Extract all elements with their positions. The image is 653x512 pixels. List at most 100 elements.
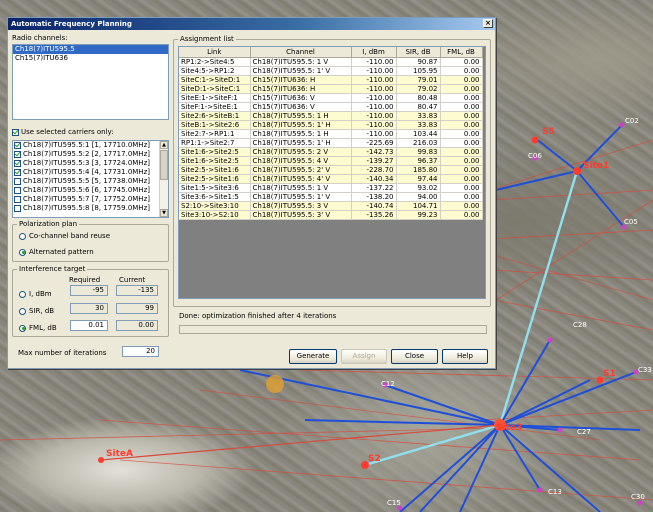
- table-row[interactable]: Site3:6->Site1:5 Ch18(7)ITU595.5: 1' V -13…: [179, 192, 483, 202]
- radio-channel-item[interactable]: Ch18(7)ITU595.5: [13, 45, 168, 54]
- table-row[interactable]: SiteD:1->SiteC:1 Ch15(7)ITU636: H -110.00 7…: [179, 84, 483, 94]
- cell-sir: 79.01: [396, 75, 441, 85]
- carrier-item[interactable]: Ch18(7)ITU595.5:2 [2, 17717.0MHz]: [13, 150, 168, 159]
- carrier-item[interactable]: Ch18(7)ITU595.5:8 [8, 17759.0MHz]: [13, 204, 168, 213]
- required-header: Required: [69, 276, 101, 284]
- table-row[interactable]: SiteF:1->SiteE:1 Ch15(7)ITU636: V -110.00 8…: [179, 102, 483, 112]
- cell-fml: 0.00: [440, 174, 483, 184]
- assign-button[interactable]: Assign: [341, 349, 387, 364]
- close-button[interactable]: Close: [391, 349, 438, 364]
- table-row[interactable]: Site2:6->SiteB:1 Ch18(7)ITU595.5: 1 H -110…: [179, 111, 483, 121]
- checkbox-icon[interactable]: [14, 205, 21, 212]
- carrier-label: Ch18(7)ITU595.5:4 [4, 17731.0MHz]: [23, 168, 150, 176]
- dialog-titlebar[interactable]: Automatic Frequency Planning ×: [8, 18, 495, 30]
- table-row[interactable]: Site1:5->Site3:6 Ch18(7)ITU595.5: 1 V -137…: [179, 183, 483, 193]
- target-i-radio[interactable]: I, dBm: [19, 290, 52, 298]
- cell-fml: 0.00: [440, 120, 483, 130]
- radio-channel-item[interactable]: Ch15(7)ITU636: [13, 54, 168, 63]
- cell-link: SiteB:1->Site2:6: [179, 120, 251, 130]
- scroll-thumb[interactable]: [160, 150, 168, 180]
- assignment-table-wrapper[interactable]: Link Channel I, dBm SIR, dB FML, dB RP1:…: [178, 46, 486, 299]
- site-marker[interactable]: [266, 375, 284, 393]
- cell-channel: Ch18(7)ITU595.5: 1 H: [250, 111, 352, 121]
- close-icon[interactable]: ×: [483, 19, 493, 28]
- cell-i: -110.00: [351, 84, 397, 94]
- cell-sir: 103.44: [396, 129, 441, 139]
- checkbox-icon[interactable]: [14, 178, 21, 185]
- target-fml-radio[interactable]: FML, dB: [19, 324, 57, 332]
- radio-icon[interactable]: [19, 324, 26, 332]
- required-sir-field[interactable]: 30: [70, 303, 108, 314]
- carrier-item[interactable]: Ch18(7)ITU595.5:5 [5, 17738.0MHz]: [13, 177, 168, 186]
- table-row[interactable]: Site2:5->Site1:6 Ch18(7)ITU595.5: 2' V -22…: [179, 165, 483, 175]
- col-header-fml[interactable]: FML, dB: [440, 47, 483, 58]
- col-header-sir[interactable]: SIR, dB: [396, 47, 441, 58]
- generate-button[interactable]: Generate: [289, 349, 337, 364]
- cell-label: C02: [625, 117, 639, 125]
- cell-link: Site3:6->Site1:5: [179, 192, 251, 202]
- assignment-table[interactable]: Link Channel I, dBm SIR, dB FML, dB RP1:…: [179, 47, 483, 220]
- checkbox-icon[interactable]: [14, 196, 21, 203]
- table-row[interactable]: Site1:6->Site2:5 Ch18(7)ITU595.5: 4 V -139…: [179, 156, 483, 166]
- checkbox-icon[interactable]: [14, 151, 21, 158]
- radio-channels-label: Radio channels:: [12, 34, 68, 42]
- carriers-list[interactable]: Ch18(7)ITU595.5:1 [1, 17710.0MHz] Ch18(7…: [12, 140, 169, 218]
- carrier-item[interactable]: Ch18(7)ITU595.5:4 [4, 17731.0MHz]: [13, 168, 168, 177]
- table-row[interactable]: RP1:1->Site2:7 Ch18(7)ITU595.5: 1' H -225.…: [179, 138, 483, 148]
- cell-link: SiteE:1->SiteF:1: [179, 93, 251, 103]
- table-row[interactable]: Site2:7->RP1:1 Ch18(7)ITU595.5: 1 H -110.0…: [179, 129, 483, 139]
- carrier-item[interactable]: Ch18(7)ITU595.5:3 [3, 17724.0MHz]: [13, 159, 168, 168]
- cell-sir: 90.87: [396, 57, 441, 67]
- table-row[interactable]: SiteE:1->SiteF:1 Ch15(7)ITU636: V -110.00 8…: [179, 93, 483, 103]
- table-row[interactable]: SiteB:1->Site2:6 Ch18(7)ITU595.5: 1' H -11…: [179, 120, 483, 130]
- checkbox-icon[interactable]: [14, 169, 21, 176]
- carrier-item[interactable]: Ch18(7)ITU595.5:1 [1, 17710.0MHz]: [13, 141, 168, 150]
- radio-label: FML, dB: [29, 324, 57, 332]
- site-marker[interactable]: [573, 167, 581, 175]
- checkbox-icon[interactable]: [14, 160, 21, 167]
- radio-channels-list[interactable]: Ch18(7)ITU595.5 Ch15(7)ITU636: [12, 44, 169, 120]
- table-row[interactable]: Site1:6->Site2:5 Ch18(7)ITU595.5: 2 V -142…: [179, 147, 483, 157]
- cell-sir: 33.83: [396, 120, 441, 130]
- table-row[interactable]: S2:10->Site3:10 Ch18(7)ITU595.5: 3 V -140.…: [179, 201, 483, 211]
- cell-i: -139.27: [351, 156, 397, 166]
- radio-icon[interactable]: [19, 307, 26, 315]
- site-marker[interactable]: [531, 136, 539, 144]
- cell-fml: 0.00: [440, 183, 483, 193]
- cell-channel: Ch15(7)ITU636: H: [250, 75, 352, 85]
- table-row[interactable]: SiteC:1->SiteD:1 Ch15(7)ITU636: H -110.00 7…: [179, 75, 483, 85]
- scroll-down-icon[interactable]: ▼: [160, 209, 168, 217]
- radio-icon[interactable]: [19, 290, 26, 298]
- checkbox-icon[interactable]: [14, 142, 21, 149]
- use-selected-carriers-label: Use selected carriers only:: [21, 128, 114, 136]
- max-iterations-field[interactable]: 20: [122, 346, 159, 357]
- checkbox-icon[interactable]: [14, 187, 21, 194]
- site-label: S1: [603, 369, 616, 379]
- carrier-item[interactable]: Ch18(7)ITU595.5:6 [6, 17745.0MHz]: [13, 186, 168, 195]
- table-row[interactable]: Site3:10->S2:10 Ch18(7)ITU595.5: 3' V -135…: [179, 210, 483, 220]
- target-sir-radio[interactable]: SIR, dB: [19, 307, 54, 315]
- help-button[interactable]: Help: [442, 349, 488, 364]
- required-fml-field[interactable]: 0.01: [70, 320, 108, 331]
- radio-icon[interactable]: [19, 248, 26, 256]
- carrier-item[interactable]: Ch18(7)ITU595.5:7 [7, 17752.0MHz]: [13, 195, 168, 204]
- table-row[interactable]: RP1:2->Site4:5 Ch18(7)ITU595.5: 1 V -110.0…: [179, 57, 483, 67]
- table-row[interactable]: Site2:5->Site1:6 Ch18(7)ITU595.5: 4' V -14…: [179, 174, 483, 184]
- cell-i: -110.00: [351, 129, 397, 139]
- col-header-i[interactable]: I, dBm: [351, 47, 397, 58]
- col-header-link[interactable]: Link: [179, 47, 251, 58]
- checkbox-icon[interactable]: [12, 129, 19, 136]
- table-header-row: Link Channel I, dBm SIR, dB FML, dB: [179, 47, 483, 58]
- cell-label: C06: [528, 152, 542, 160]
- site-marker[interactable]: [98, 457, 104, 463]
- use-selected-carriers-checkbox[interactable]: Use selected carriers only:: [11, 128, 114, 137]
- table-row[interactable]: Site4:5->RP1:2 Ch18(7)ITU595.5: 1' V -110.…: [179, 66, 483, 76]
- radio-icon[interactable]: [19, 232, 26, 240]
- alternated-radio[interactable]: Alternated pattern: [19, 248, 94, 256]
- required-i-field[interactable]: -95: [70, 285, 108, 296]
- scroll-up-icon[interactable]: ▲: [160, 141, 168, 149]
- col-header-channel[interactable]: Channel: [250, 47, 352, 58]
- cell-link: Site2:5->Site1:6: [179, 165, 251, 175]
- co-channel-radio[interactable]: Co-channel band reuse: [19, 232, 110, 240]
- carriers-scrollbar[interactable]: ▲ ▼: [159, 141, 168, 217]
